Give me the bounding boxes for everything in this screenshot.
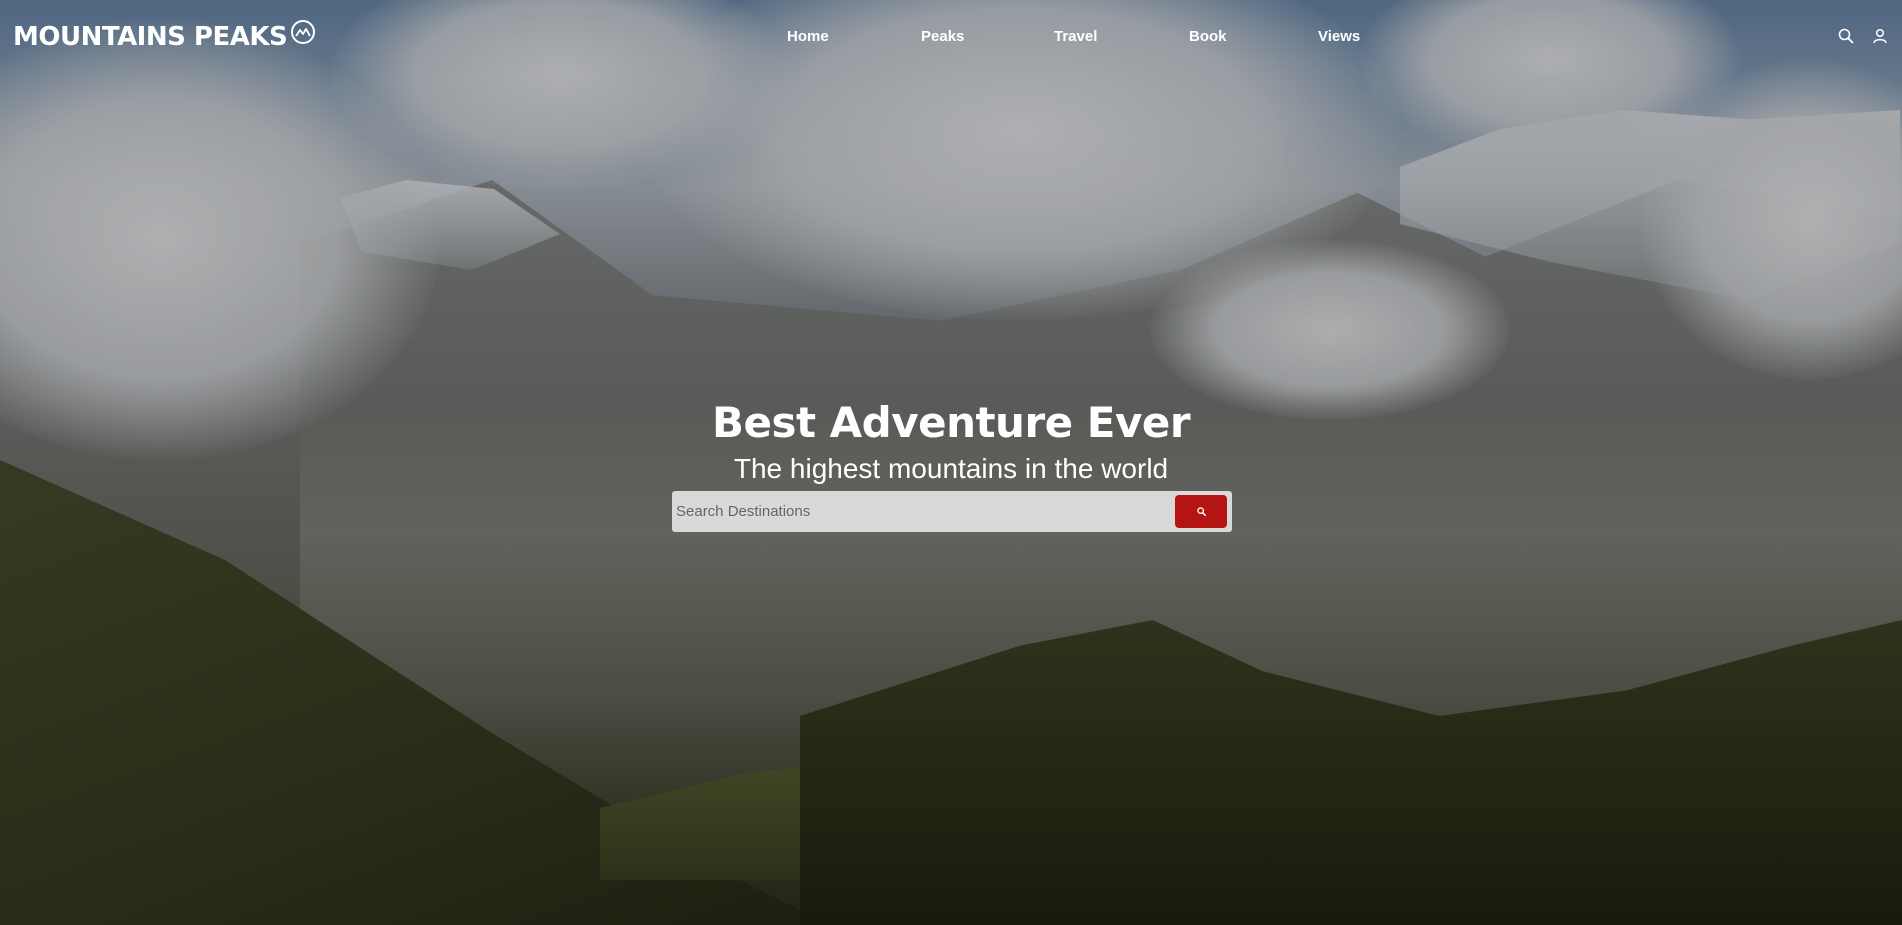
hero-subtitle: The highest mountains in the world bbox=[733, 453, 1169, 484]
search-icon[interactable] bbox=[1836, 26, 1856, 46]
nav-item-book[interactable]: Book bbox=[1189, 28, 1227, 45]
user-icon[interactable] bbox=[1870, 26, 1890, 46]
search-bar bbox=[672, 491, 1232, 532]
nav-item-peaks[interactable]: Peaks bbox=[921, 28, 964, 45]
hero-title: Best Adventure Ever bbox=[711, 398, 1191, 447]
nav-item-views[interactable]: Views bbox=[1318, 28, 1360, 45]
search-icon bbox=[1196, 507, 1206, 516]
nav-item-home[interactable]: Home bbox=[787, 28, 829, 45]
nav-item-travel[interactable]: Travel bbox=[1054, 28, 1097, 45]
main-nav: Home Peaks Travel Book Views bbox=[0, 28, 1902, 52]
site-header: MOUNTAINS PEAKS Home Peaks Travel Book V… bbox=[0, 0, 1902, 76]
hero-section: Best Adventure Ever The highest mountain… bbox=[0, 398, 1902, 485]
header-icons bbox=[1836, 26, 1890, 46]
search-button[interactable] bbox=[1175, 495, 1227, 528]
search-input[interactable] bbox=[672, 491, 1175, 532]
